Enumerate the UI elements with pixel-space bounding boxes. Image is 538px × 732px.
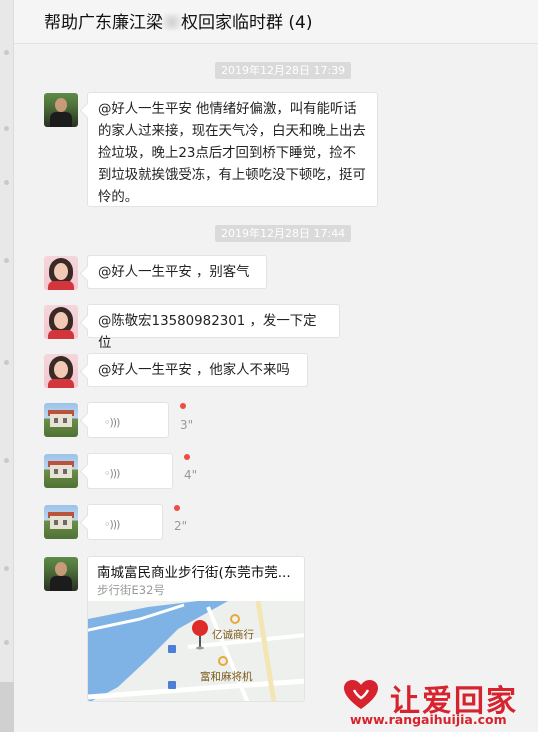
chat-title-suffix: 权回家临时群 (4) <box>181 13 313 33</box>
edge-dot <box>4 180 9 185</box>
message-bubble[interactable]: @陈敬宏13580982301 ，发一下定位 <box>87 304 340 351</box>
voice-duration: 4" <box>184 468 198 482</box>
avatar[interactable] <box>44 256 78 290</box>
location-address: 步行街E32号 <box>97 583 165 597</box>
avatar[interactable] <box>44 454 78 488</box>
message-text: @好人一生平安 ，别客气 <box>98 265 250 280</box>
edge-dot <box>4 360 9 365</box>
voice-wave-icon: ◦))) <box>104 416 120 429</box>
edge-dot <box>4 126 9 131</box>
message-text: @陈敬宏13580982301 ，发一下定位 <box>98 314 317 351</box>
voice-duration: 3" <box>180 418 194 432</box>
timestamp: 2019年12月28日 17:44 <box>215 225 352 242</box>
avatar[interactable] <box>44 403 78 437</box>
unread-dot <box>184 454 190 460</box>
avatar[interactable] <box>44 505 78 539</box>
location-card[interactable]: 南城富民商业步行街(东莞市莞... 步行街E32号 亿诚商行 富和麻将机 <box>87 556 305 702</box>
voice-wave-icon: ◦))) <box>104 467 120 480</box>
heart-icon <box>344 680 378 709</box>
scrollbar[interactable] <box>0 682 14 732</box>
edge-dot <box>4 258 9 263</box>
watermark-logo: 让爱回家 www.rangaihuijia.com <box>340 676 532 728</box>
voice-message[interactable]: ◦))) <box>87 453 173 489</box>
message-text: @好人一生平安 他情绪好偏激，叫有能听话的家人过来接，现在天气冷，白天和晚上出去… <box>98 102 366 205</box>
map-graphic <box>88 601 304 701</box>
chat-title[interactable]: 帮助广东廉江梁 权回家临时群 (4) <box>44 8 312 33</box>
voice-message[interactable]: ◦))) <box>87 402 169 438</box>
message-bubble[interactable]: @好人一生平安 ，别客气 <box>87 255 267 289</box>
redacted-character <box>163 14 181 30</box>
edge-dot <box>4 640 9 645</box>
message-bubble[interactable]: @好人一生平安 他情绪好偏激，叫有能听话的家人过来接，现在天气冷，白天和晚上出去… <box>87 92 378 207</box>
avatar[interactable] <box>44 93 78 127</box>
map-poi-label: 亿诚商行 <box>212 629 254 641</box>
location-map[interactable]: 亿诚商行 富和麻将机 <box>88 601 304 701</box>
voice-wave-icon: ◦))) <box>104 518 120 531</box>
location-name: 南城富民商业步行街(东莞市莞... <box>97 565 291 581</box>
chat-title-prefix: 帮助广东廉江梁 <box>44 13 163 33</box>
edge-dot <box>4 458 9 463</box>
avatar[interactable] <box>44 305 78 339</box>
voice-message[interactable]: ◦))) <box>87 504 163 540</box>
timestamp: 2019年12月28日 17:39 <box>215 62 352 79</box>
map-poi-label: 富和麻将机 <box>200 671 253 683</box>
voice-duration: 2" <box>174 519 188 533</box>
avatar[interactable] <box>44 354 78 388</box>
message-bubble[interactable]: @好人一生平安 ，他家人不来吗 <box>87 353 308 387</box>
chat-header: 帮助广东廉江梁 权回家临时群 (4) <box>14 0 538 44</box>
edge-dot <box>4 50 9 55</box>
edge-dot <box>4 566 9 571</box>
unread-dot <box>174 505 180 511</box>
message-text: @好人一生平安 ，他家人不来吗 <box>98 363 290 378</box>
avatar[interactable] <box>44 557 78 591</box>
left-panel-edge <box>0 0 14 732</box>
watermark-url: www.rangaihuijia.com <box>350 712 507 727</box>
unread-dot <box>180 403 186 409</box>
